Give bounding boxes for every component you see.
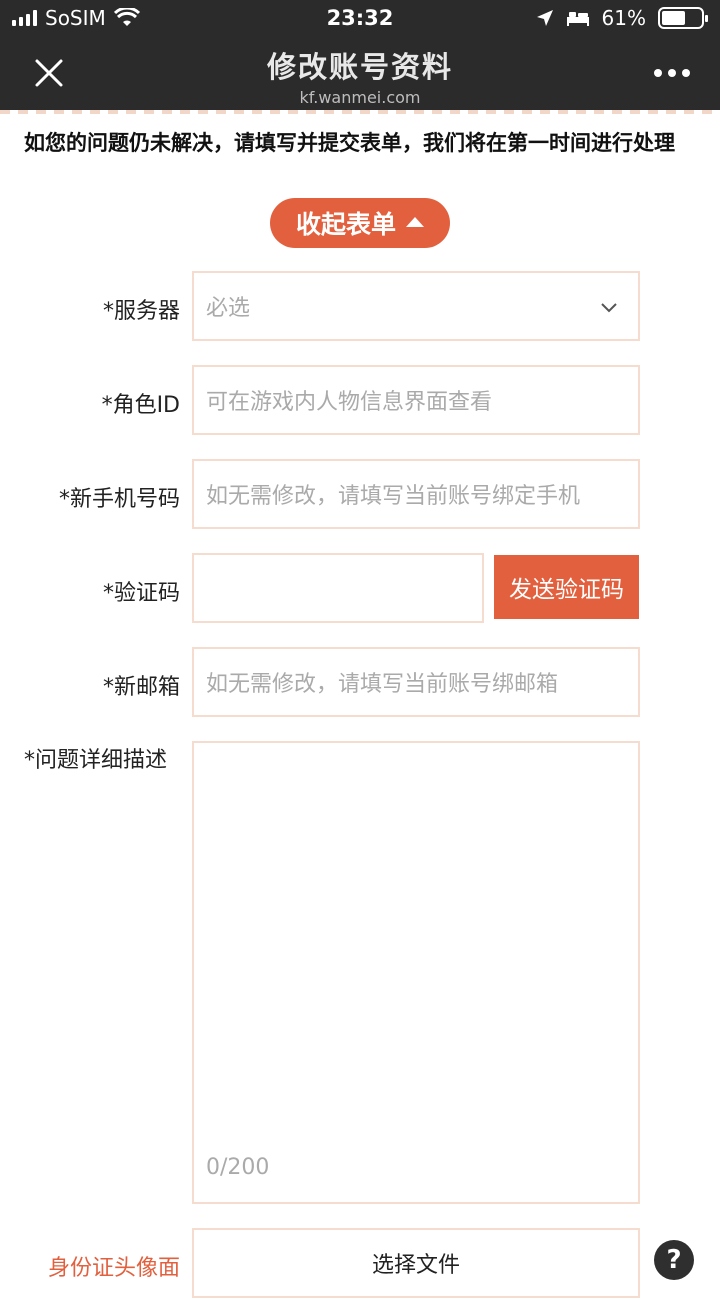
new-email-placeholder: 如无需修改，请填写当前账号绑邮箱 xyxy=(206,672,559,697)
location-arrow-icon xyxy=(536,10,553,26)
server-select[interactable]: 必选 xyxy=(192,271,640,341)
page-domain: kf.wanmei.com xyxy=(299,88,421,107)
server-label: *服务器 xyxy=(102,299,180,324)
more-icon[interactable] xyxy=(654,69,690,79)
description-textarea[interactable]: 0/200 xyxy=(192,741,640,1204)
new-email-input[interactable]: 如无需修改，请填写当前账号绑邮箱 xyxy=(192,647,640,717)
send-code-button[interactable]: 发送验证码 xyxy=(494,555,639,619)
caret-up-icon xyxy=(406,217,424,227)
status-bar: SoSIM 23:32 61% xyxy=(0,0,720,36)
new-phone-placeholder: 如无需修改，请填写当前账号绑定手机 xyxy=(206,484,581,509)
verify-code-input[interactable] xyxy=(192,553,484,623)
description-label: *问题详细描述 xyxy=(24,748,168,773)
battery-percent: 61% xyxy=(601,6,646,30)
collapse-form-label: 收起表单 xyxy=(295,210,396,239)
role-id-placeholder: 可在游戏内人物信息界面查看 xyxy=(206,390,493,415)
choose-file-button[interactable]: 选择文件 xyxy=(192,1228,640,1298)
new-phone-label: *新手机号码 xyxy=(58,487,180,512)
new-email-label: *新邮箱 xyxy=(102,675,180,700)
bed-icon xyxy=(566,12,589,26)
battery-fill xyxy=(662,11,686,25)
nav-title-group: 修改账号资料 kf.wanmei.com xyxy=(0,44,720,107)
verify-code-label: *验证码 xyxy=(102,581,180,606)
role-id-input[interactable]: 可在游戏内人物信息界面查看 xyxy=(192,365,640,435)
new-phone-input[interactable]: 如无需修改，请填写当前账号绑定手机 xyxy=(192,459,640,529)
chevron-down-icon xyxy=(601,303,617,313)
status-bar-right: 61% xyxy=(536,6,708,30)
char-counter: 0/200 xyxy=(206,1155,270,1180)
server-select-value: 必选 xyxy=(206,296,251,321)
page-title: 修改账号资料 xyxy=(266,50,453,84)
notice-text: 如您的问题仍未解决，请填写并提交表单，我们将在第一时间进行处理 xyxy=(24,131,675,155)
nav-bar: 修改账号资料 kf.wanmei.com xyxy=(0,36,720,110)
help-icon[interactable]: ? xyxy=(654,1240,694,1280)
id-photo-label: 身份证头像面 xyxy=(47,1256,180,1281)
collapse-form-button[interactable]: 收起表单 xyxy=(270,198,450,248)
role-id-label: *角色ID xyxy=(101,393,180,418)
battery-icon xyxy=(658,7,708,29)
decorative-divider xyxy=(0,110,720,114)
